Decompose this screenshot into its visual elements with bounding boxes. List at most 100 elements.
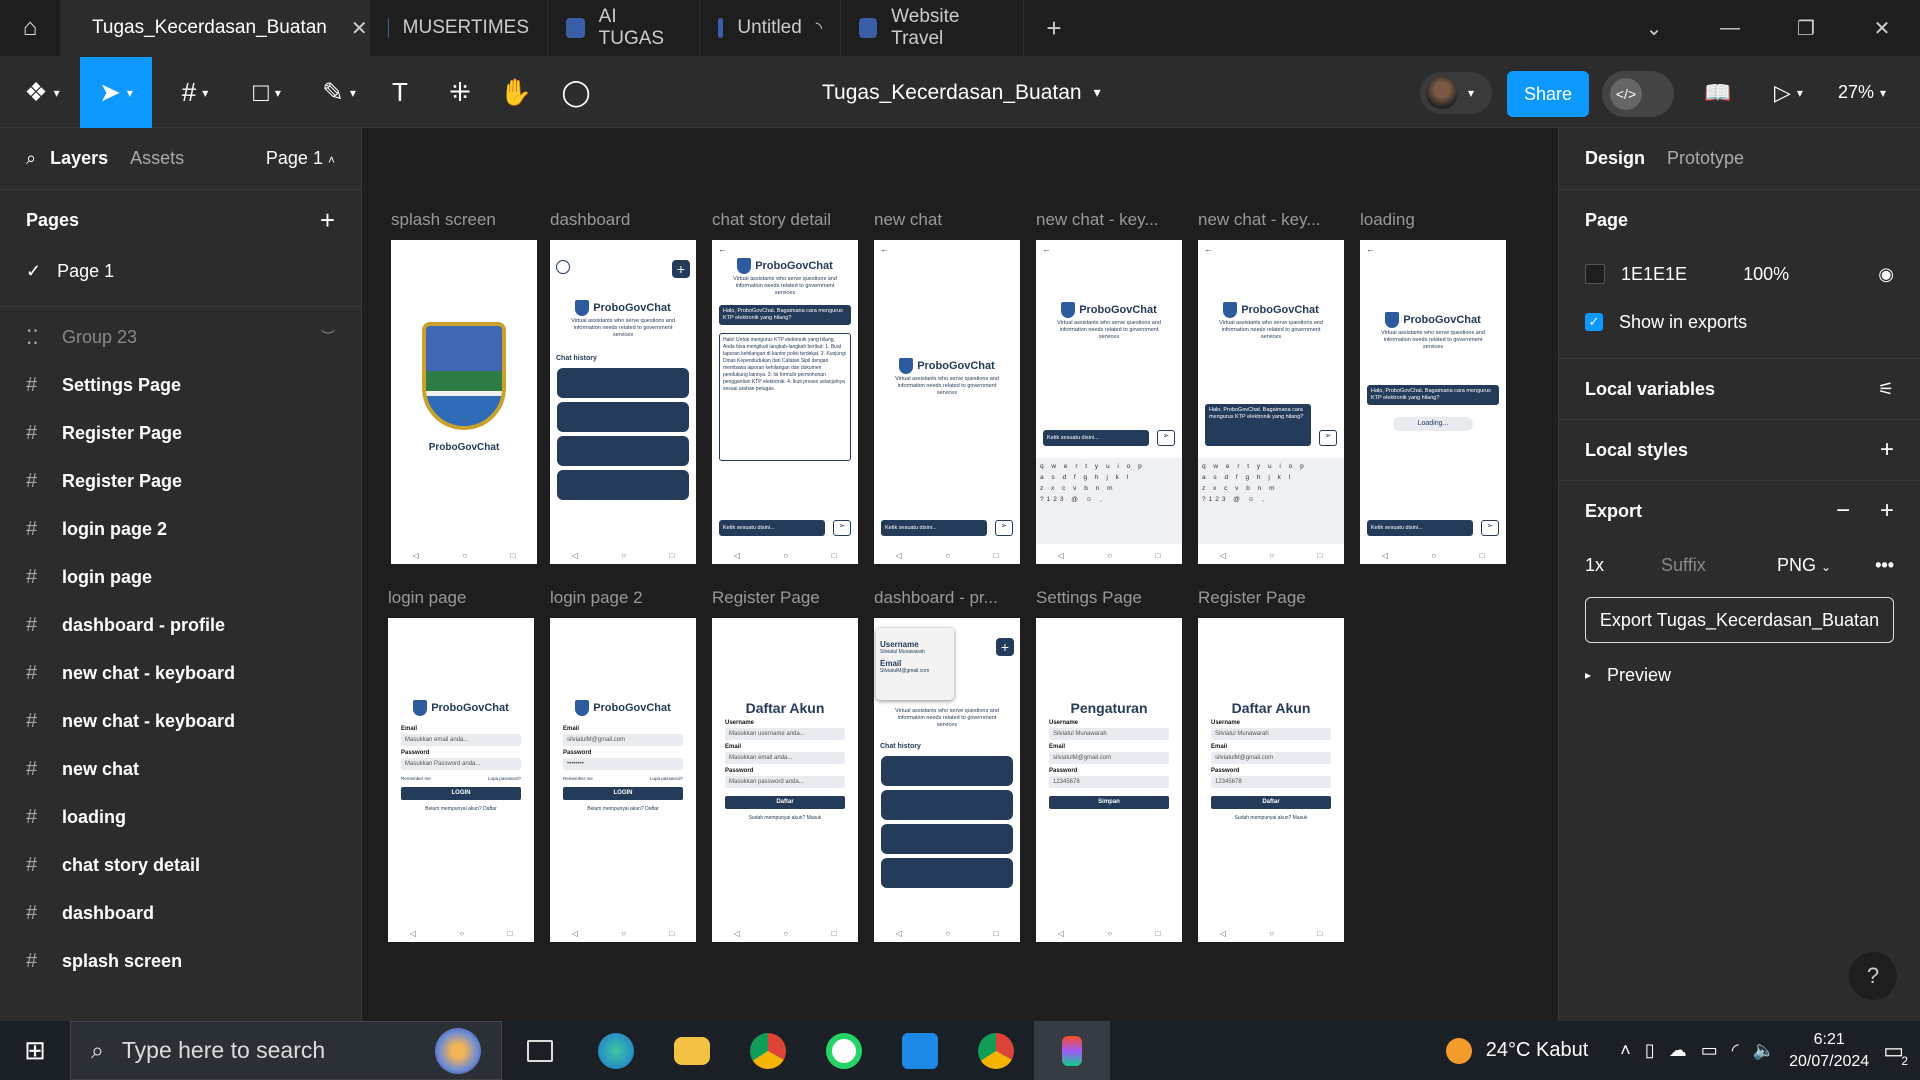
- frame-login-page-2[interactable]: ProboGovChat Email silviatulM@gmail.com …: [550, 618, 696, 942]
- edge-icon[interactable]: [578, 1021, 654, 1080]
- layer-item[interactable]: # Settings Page: [0, 361, 361, 409]
- user-avatar[interactable]: ▾: [1420, 72, 1492, 114]
- chrome-profile-icon[interactable]: [958, 1021, 1034, 1080]
- layer-item[interactable]: # login page: [0, 553, 361, 601]
- share-button[interactable]: Share: [1507, 71, 1589, 117]
- help-button[interactable]: ?: [1849, 952, 1897, 1000]
- layer-item[interactable]: # Register Page: [0, 409, 361, 457]
- onedrive-icon[interactable]: ☁: [1669, 1040, 1687, 1061]
- frame-splash-screen[interactable]: ProboGovChat ◁ ○ □: [391, 240, 537, 564]
- wifi-icon[interactable]: ◜: [1732, 1040, 1739, 1061]
- document-title[interactable]: Tugas_Kecerdasan_Buatan ▾: [822, 57, 1101, 128]
- layer-item[interactable]: # Register Page: [0, 457, 361, 505]
- move-tool-button[interactable]: ➤ ▾: [80, 57, 152, 128]
- more-icon[interactable]: •••: [1875, 555, 1894, 576]
- device-icon[interactable]: ▯: [1645, 1040, 1655, 1061]
- show-exports-checkbox[interactable]: ✓: [1585, 313, 1603, 331]
- tab-assets[interactable]: Assets: [130, 148, 184, 169]
- add-style-icon[interactable]: +: [1880, 436, 1894, 464]
- frame-label[interactable]: chat story detail: [712, 210, 831, 230]
- frame-dashboard-profile[interactable]: Username Silviatul Munawarah Email Silvi…: [874, 618, 1020, 942]
- bg-hex-input[interactable]: 1E1E1E: [1621, 264, 1687, 285]
- frame-label[interactable]: login page 2: [550, 588, 643, 608]
- frame-new-chat-keyboard[interactable]: ← ProboGovChat Virtual assistants who se…: [1036, 240, 1182, 564]
- layer-item[interactable]: # chat story detail: [0, 841, 361, 889]
- layer-item[interactable]: # splash screen: [0, 937, 361, 985]
- add-page-button[interactable]: +: [320, 205, 335, 236]
- export-format-select[interactable]: PNG ⌄: [1777, 555, 1831, 576]
- tab-ai-tugas[interactable]: AI TUGAS: [548, 0, 700, 56]
- library-icon[interactable]: 📖: [1704, 57, 1731, 128]
- page-item[interactable]: ✓ Page 1: [0, 250, 361, 292]
- layer-item[interactable]: # new chat - keyboard: [0, 649, 361, 697]
- present-button[interactable]: ▷ ▾: [1774, 57, 1803, 128]
- frame-register-page-filled[interactable]: Daftar Akun Username Silviatul Munawarah…: [1198, 618, 1344, 942]
- frame-settings-page[interactable]: Pengaturan Username Silviatul Munawarah …: [1036, 618, 1182, 942]
- vscode-icon[interactable]: [882, 1021, 958, 1080]
- volume-icon[interactable]: 🔈: [1753, 1040, 1775, 1061]
- preview-row[interactable]: ▸ Preview: [1585, 651, 1894, 699]
- export-suffix-input[interactable]: Suffix: [1661, 555, 1761, 576]
- tab-untitled[interactable]: Untitled ◝: [700, 0, 841, 56]
- frame-tool-button[interactable]: # ▾: [170, 57, 220, 128]
- color-swatch[interactable]: [1585, 264, 1605, 284]
- close-window-icon[interactable]: ✕: [1844, 0, 1920, 57]
- layer-group-23[interactable]: ⁚⁚ Group 23 ︶: [0, 313, 361, 361]
- tab-musertimes[interactable]: MUSERTIMES: [370, 0, 548, 56]
- tab-prototype[interactable]: Prototype: [1667, 148, 1744, 169]
- frame-label[interactable]: Settings Page: [1036, 588, 1142, 608]
- frame-label[interactable]: login page: [388, 588, 466, 608]
- zoom-control[interactable]: 27% ▾: [1838, 57, 1886, 128]
- chrome-icon[interactable]: [730, 1021, 806, 1080]
- comment-tool-button[interactable]: ◯: [556, 57, 596, 128]
- frame-register-page[interactable]: Daftar Akun Username Masukkan username a…: [712, 618, 858, 942]
- search-icon[interactable]: ⌕: [26, 148, 36, 169]
- whatsapp-icon[interactable]: [806, 1021, 882, 1080]
- dev-mode-toggle[interactable]: </>: [1602, 71, 1674, 117]
- clock[interactable]: 6:21 20/07/2024: [1789, 1029, 1869, 1073]
- main-menu-button[interactable]: ❖ ▾: [18, 57, 66, 128]
- notification-icon[interactable]: ▭ 2: [1883, 1038, 1908, 1068]
- figma-app-icon[interactable]: [1034, 1021, 1110, 1080]
- layer-item[interactable]: # login page 2: [0, 505, 361, 553]
- frame-label[interactable]: new chat - key...: [1036, 210, 1159, 230]
- frame-label[interactable]: new chat - key...: [1198, 210, 1321, 230]
- frame-label[interactable]: Register Page: [712, 588, 820, 608]
- bg-opacity-input[interactable]: 100%: [1743, 264, 1789, 285]
- shape-tool-button[interactable]: □ ▾: [242, 57, 292, 128]
- tab-tugas[interactable]: Tugas_Kecerdasan_Buatan ✕: [60, 0, 370, 56]
- frame-loading[interactable]: ← ProboGovChat Virtual assistants who se…: [1360, 240, 1506, 564]
- eye-icon[interactable]: ◉: [1878, 264, 1894, 285]
- hidden-eye-icon[interactable]: ︶: [321, 327, 335, 347]
- layer-item[interactable]: # dashboard - profile: [0, 601, 361, 649]
- tab-design[interactable]: Design: [1585, 148, 1645, 169]
- layer-item[interactable]: # new chat: [0, 745, 361, 793]
- frame-new-chat-keyboard-typed[interactable]: ← ProboGovChat Virtual assistants who se…: [1198, 240, 1344, 564]
- tab-website-travel[interactable]: Website Travel: [841, 0, 1024, 56]
- layer-item[interactable]: # new chat - keyboard: [0, 697, 361, 745]
- remove-export-icon[interactable]: −: [1836, 497, 1850, 525]
- variables-icon[interactable]: ⚟: [1878, 379, 1894, 400]
- close-tab-icon[interactable]: ✕: [351, 16, 368, 41]
- frame-label[interactable]: loading: [1360, 210, 1415, 230]
- export-scale-select[interactable]: 1x: [1585, 555, 1645, 576]
- new-tab-button[interactable]: +: [1024, 0, 1084, 56]
- page-selector[interactable]: Page 1 ˄: [266, 148, 335, 169]
- windows-start-button[interactable]: ⊞: [0, 1035, 70, 1066]
- hand-tool-button[interactable]: ✋: [496, 57, 536, 128]
- frame-label[interactable]: new chat: [874, 210, 942, 230]
- battery-icon[interactable]: ▭: [1701, 1040, 1718, 1061]
- frame-new-chat[interactable]: ← ProboGovChat Virtual assistants who se…: [874, 240, 1020, 564]
- text-tool-button[interactable]: T: [380, 57, 420, 128]
- layer-item[interactable]: # dashboard: [0, 889, 361, 937]
- canvas[interactable]: splash screen dashboard chat story detai…: [363, 128, 1558, 1021]
- tab-layers[interactable]: Layers: [50, 148, 108, 169]
- frame-label[interactable]: Register Page: [1198, 588, 1306, 608]
- layer-item[interactable]: # loading: [0, 793, 361, 841]
- chevron-up-icon[interactable]: ˄: [1620, 1040, 1631, 1061]
- frame-label[interactable]: dashboard - pr...: [874, 588, 998, 608]
- resources-button[interactable]: ⁜: [440, 57, 480, 128]
- minimize-icon[interactable]: —: [1692, 0, 1768, 57]
- restore-icon[interactable]: ❐: [1768, 0, 1844, 57]
- add-export-icon[interactable]: +: [1880, 497, 1894, 525]
